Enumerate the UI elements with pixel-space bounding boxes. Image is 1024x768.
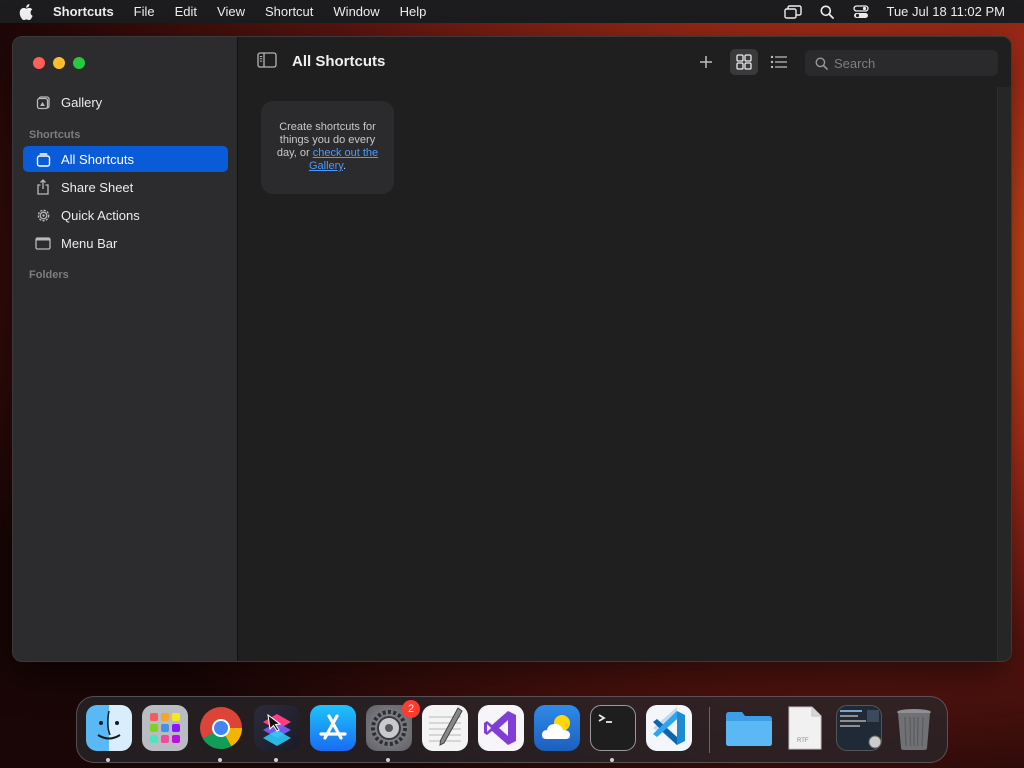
toolbar: All Shortcuts — [238, 37, 1011, 87]
apple-menu-icon[interactable] — [0, 3, 52, 20]
help-menu[interactable]: Help — [390, 0, 437, 23]
sidebar-item-menu-bar[interactable]: Menu Bar — [23, 230, 228, 256]
scrollbar[interactable] — [997, 87, 1011, 661]
vscode-icon[interactable] — [646, 705, 692, 751]
dock: 2 RTF — [76, 696, 948, 763]
rtf-label: RTF — [797, 738, 809, 744]
sidebar-item-gallery[interactable]: Gallery — [23, 89, 228, 115]
control-center-icon[interactable] — [844, 0, 878, 23]
weather-icon[interactable] — [534, 705, 580, 751]
dock-running-indicator — [218, 758, 222, 762]
window-controls — [33, 57, 85, 69]
grid-icon — [736, 54, 752, 70]
zoom-window-button[interactable] — [73, 57, 85, 69]
app-menu[interactable]: Shortcuts — [52, 0, 124, 23]
app-store-icon[interactable] — [310, 705, 356, 751]
downloads-folder-icon[interactable] — [724, 705, 772, 751]
system-settings-icon[interactable]: 2 — [366, 700, 420, 751]
edit-menu[interactable]: Edit — [165, 0, 207, 23]
dock-separator — [709, 707, 710, 753]
gear-icon — [31, 202, 55, 228]
rtf-document-icon[interactable]: RTF — [786, 705, 832, 751]
sidebar-toggle-icon[interactable] — [257, 52, 279, 72]
view-menu[interactable]: View — [207, 0, 255, 23]
sidebar-item-share-sheet[interactable]: Share Sheet — [23, 174, 228, 200]
gallery-icon — [31, 89, 55, 115]
minimize-window-button[interactable] — [53, 57, 65, 69]
shortcuts-section-header: Shortcuts — [29, 129, 81, 141]
list-view-button[interactable] — [765, 49, 793, 75]
sidebar-item-quick-actions[interactable]: Quick Actions — [23, 202, 228, 228]
share-icon — [31, 174, 55, 200]
spotlight-search-icon[interactable] — [810, 0, 844, 23]
list-icon — [770, 55, 787, 69]
screenshot-thumbnail-icon[interactable] — [836, 705, 882, 751]
main-content: All Shortcuts Create shortcuts for thing… — [238, 37, 1011, 661]
search-input[interactable] — [834, 55, 984, 71]
page-title: All Shortcuts — [292, 53, 386, 70]
menu-bar-icon — [31, 230, 55, 256]
visual-studio-icon[interactable] — [478, 705, 524, 751]
search-field[interactable] — [805, 50, 998, 76]
search-icon — [810, 57, 832, 70]
empty-state-card: Create shortcuts for things you do every… — [261, 101, 394, 194]
trash-icon[interactable] — [894, 705, 940, 751]
dock-running-indicator — [386, 758, 390, 762]
chrome-icon[interactable] — [198, 705, 244, 751]
sidebar-item-label: Gallery — [61, 94, 103, 110]
close-window-button[interactable] — [33, 57, 45, 69]
sidebar-item-all-shortcuts[interactable]: All Shortcuts — [23, 146, 228, 172]
shortcut-menu[interactable]: Shortcut — [255, 0, 323, 23]
screen-mirroring-icon[interactable] — [776, 0, 810, 23]
dock-running-indicator — [274, 758, 278, 762]
sidebar-item-label: Quick Actions — [61, 207, 140, 223]
sidebar-item-label: Share Sheet — [61, 179, 134, 195]
dock-running-indicator — [610, 758, 614, 762]
sidebar: Gallery Shortcuts All Shortcuts Share Sh… — [13, 37, 238, 661]
window-menu[interactable]: Window — [323, 0, 389, 23]
textedit-icon[interactable] — [422, 705, 468, 751]
grid-view-button[interactable] — [730, 49, 758, 75]
plus-icon — [700, 56, 712, 68]
sidebar-item-label: All Shortcuts — [61, 151, 134, 167]
add-shortcut-button[interactable] — [692, 49, 720, 75]
dock-running-indicator — [106, 758, 110, 762]
all-shortcuts-icon — [31, 146, 55, 172]
terminal-icon[interactable] — [590, 705, 636, 751]
launchpad-icon[interactable] — [142, 705, 188, 751]
sidebar-item-label: Menu Bar — [61, 235, 118, 251]
finder-icon[interactable] — [86, 705, 132, 751]
shortcuts-window: Gallery Shortcuts All Shortcuts Share Sh… — [12, 36, 1012, 662]
notification-badge: 2 — [402, 700, 420, 718]
menu-bar-clock[interactable]: Tue Jul 18 11:02 PM — [878, 4, 1024, 19]
empty-state-suffix: . — [342, 160, 347, 172]
folders-section-header: Folders — [29, 269, 69, 281]
file-menu[interactable]: File — [124, 0, 165, 23]
menu-bar: Shortcuts File Edit View Shortcut Window… — [0, 0, 1024, 23]
shortcuts-app-icon[interactable] — [254, 705, 300, 751]
